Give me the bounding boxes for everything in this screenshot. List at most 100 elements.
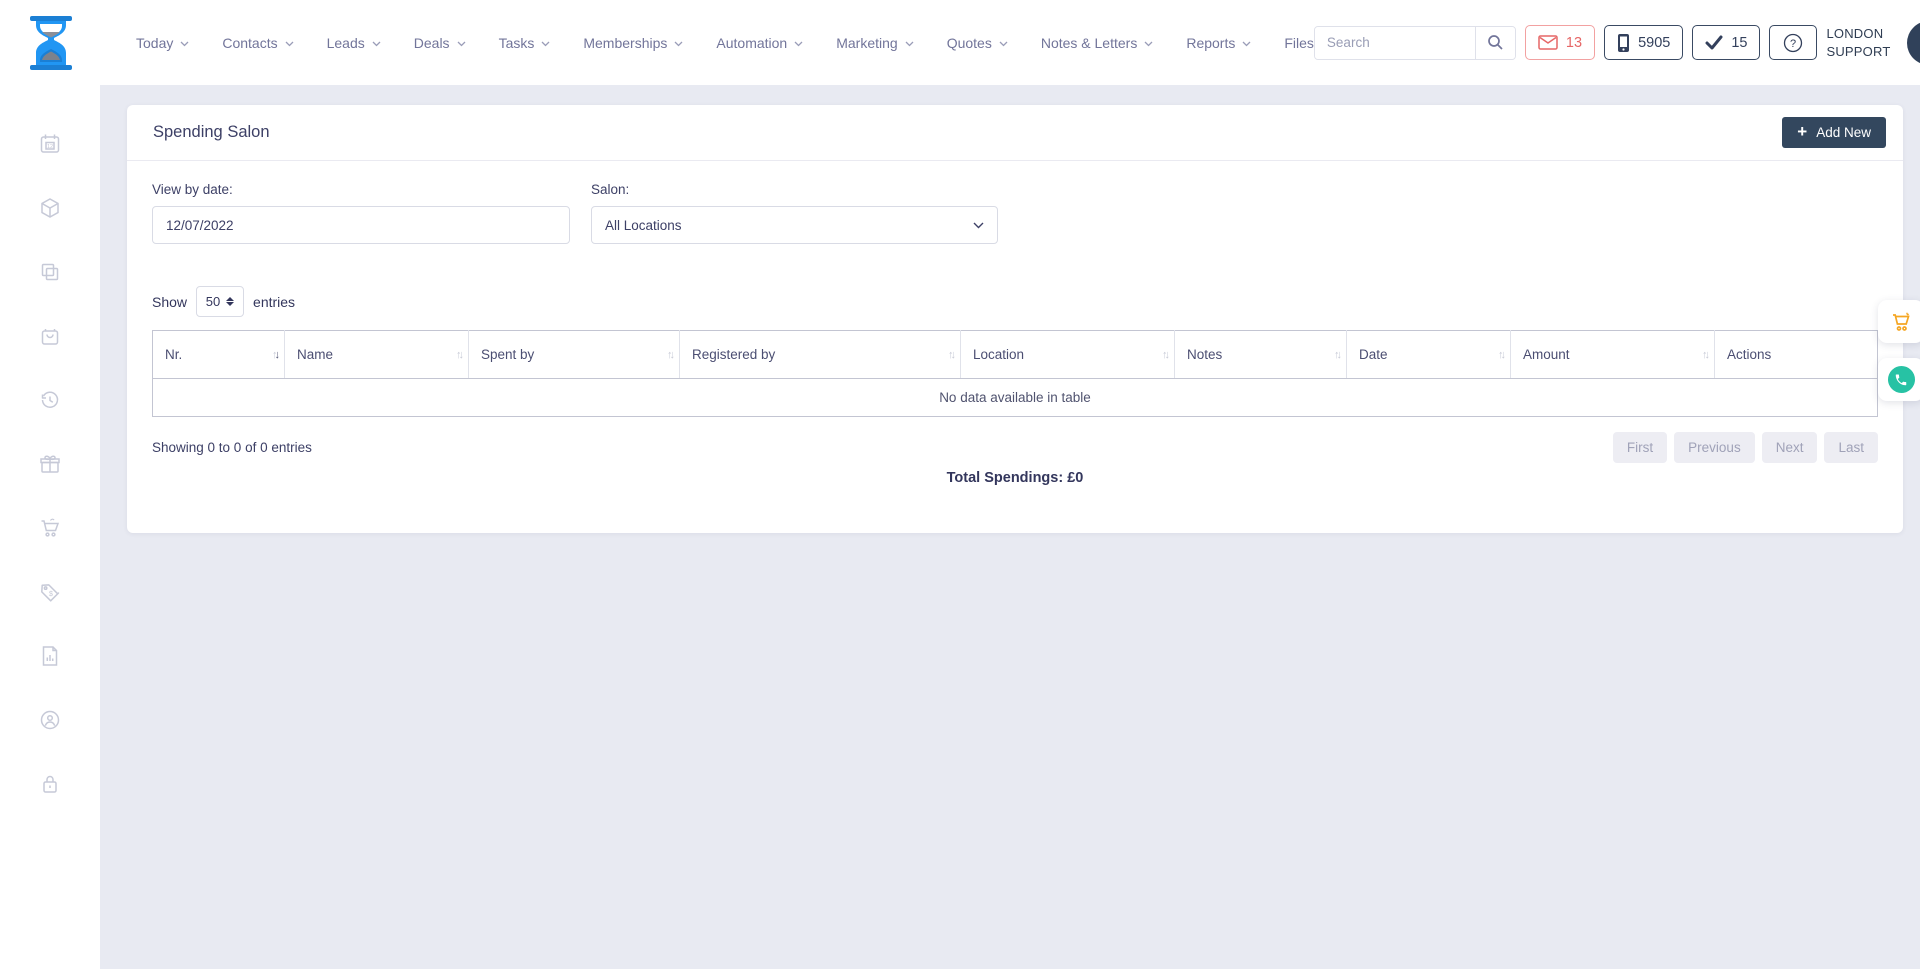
column-header-registered-by[interactable]: Registered by↑↓ <box>680 331 961 379</box>
nav-label: Quotes <box>947 35 992 51</box>
column-label: Nr. <box>165 347 182 362</box>
shopping-bag-icon <box>38 324 62 348</box>
page-title: Spending Salon <box>153 123 270 142</box>
column-header-spent-by[interactable]: Spent by ↑↓ <box>469 331 680 379</box>
sort-icon: ↑↓ <box>667 349 672 361</box>
panel-header: Spending Salon + Add New <box>127 105 1903 161</box>
floating-cart-button[interactable] <box>1878 300 1920 343</box>
check-icon <box>1705 35 1723 50</box>
nav-item-files[interactable]: Files <box>1284 35 1314 51</box>
column-label: Notes <box>1187 347 1222 362</box>
column-header-notes[interactable]: Notes↑↓ <box>1175 331 1347 379</box>
sidebar-item-duplicate[interactable] <box>37 259 63 285</box>
page-length-value: 50 <box>206 294 220 309</box>
chevron-down-icon <box>285 41 294 47</box>
column-header-date[interactable]: Date↑↓ <box>1347 331 1511 379</box>
pagination-last-button[interactable]: Last <box>1824 432 1878 463</box>
history-icon <box>38 388 62 412</box>
chevron-down-icon <box>1144 41 1153 47</box>
date-input[interactable] <box>152 206 570 244</box>
search-icon[interactable] <box>1475 26 1515 60</box>
column-header-nr[interactable]: Nr. ↑↓ <box>153 331 285 379</box>
tasks-badge[interactable]: 15 <box>1692 25 1760 60</box>
nav-item-marketing[interactable]: Marketing <box>836 35 913 51</box>
table-footer: Showing 0 to 0 of 0 entries First Previo… <box>152 432 1878 463</box>
pagination-first-button[interactable]: First <box>1613 432 1667 463</box>
nav-item-today[interactable]: Today <box>136 35 189 51</box>
spending-table: Nr.↑↓ Name↑↓ Spent by↑↓ Registered by↑↓ … <box>152 330 1878 417</box>
column-label: Spent by <box>481 347 534 362</box>
add-new-button[interactable]: + Add New <box>1782 117 1886 148</box>
top-navbar: Today Contacts Leads Deals Tasks Members… <box>0 0 1920 85</box>
sidebar-item-products[interactable] <box>37 195 63 221</box>
nav-label: Today <box>136 35 173 51</box>
user-name: LONDON SUPPORT <box>1826 25 1898 60</box>
calls-badge[interactable]: 5905 <box>1604 25 1683 60</box>
add-new-label: Add New <box>1816 125 1871 140</box>
messages-badge[interactable]: 13 <box>1525 25 1595 60</box>
sidebar-item-history[interactable] <box>37 387 63 413</box>
sidebar-item-security[interactable] <box>37 771 63 797</box>
show-label: Show <box>152 294 187 310</box>
left-sidebar: 12 $ <box>0 85 100 969</box>
chevron-down-icon <box>905 41 914 47</box>
chevron-down-icon <box>180 41 189 47</box>
sidebar-item-cart[interactable] <box>37 515 63 541</box>
panel-body: View by date: Salon: All Locations Show … <box>127 161 1903 486</box>
nav-item-notes-letters[interactable]: Notes & Letters <box>1041 35 1154 51</box>
nav-item-reports[interactable]: Reports <box>1186 35 1251 51</box>
search-input[interactable] <box>1315 27 1475 59</box>
sidebar-item-pricing[interactable]: $ <box>37 579 63 605</box>
sidebar-item-support[interactable] <box>37 707 63 733</box>
gift-icon <box>38 452 62 476</box>
column-label: Date <box>1359 347 1388 362</box>
column-header-amount[interactable]: Amount↑↓ <box>1511 331 1715 379</box>
date-filter-group: View by date: <box>152 182 570 244</box>
show-entries-row: Show 50 entries <box>152 286 1878 317</box>
chevron-down-icon <box>999 41 1008 47</box>
sidebar-item-gift[interactable] <box>37 451 63 477</box>
sort-icon: ↑↓ <box>948 349 953 361</box>
svg-text:?: ? <box>1790 38 1796 50</box>
total-spendings: Total Spendings: £0 <box>152 470 1878 486</box>
nav-label: Deals <box>414 35 450 51</box>
nav-label: Reports <box>1186 35 1235 51</box>
column-label: Location <box>973 347 1024 362</box>
sort-icon: ↑↓ <box>272 349 277 361</box>
empty-message: No data available in table <box>153 379 1878 417</box>
sidebar-item-shopping-bag[interactable] <box>37 323 63 349</box>
nav-item-contacts[interactable]: Contacts <box>222 35 293 51</box>
column-header-name[interactable]: Name↑↓ <box>285 331 469 379</box>
salon-select[interactable]: All Locations <box>591 206 998 244</box>
sidebar-item-reports[interactable] <box>37 643 63 669</box>
salon-select-value: All Locations <box>605 218 682 233</box>
user-avatar[interactable] <box>1907 21 1920 65</box>
calls-count: 5905 <box>1638 35 1670 51</box>
column-header-location[interactable]: Location↑↓ <box>961 331 1175 379</box>
topbar-right: 13 5905 15 ? LONDON SUPPORT <box>1314 21 1920 65</box>
envelope-icon <box>1538 35 1558 50</box>
report-chart-icon <box>38 644 62 668</box>
pagination-previous-button[interactable]: Previous <box>1674 432 1755 463</box>
messages-count: 13 <box>1566 35 1582 51</box>
sidebar-item-calendar[interactable]: 12 <box>37 131 63 157</box>
floating-phone-button[interactable] <box>1878 358 1920 401</box>
help-button[interactable]: ? <box>1769 25 1817 60</box>
copy-icon <box>38 260 62 284</box>
spending-salon-panel: Spending Salon + Add New View by date: S… <box>127 105 1903 533</box>
chevron-down-icon <box>674 41 683 47</box>
nav-label: Automation <box>716 35 787 51</box>
nav-item-deals[interactable]: Deals <box>414 35 466 51</box>
pagination-next-button[interactable]: Next <box>1762 432 1818 463</box>
nav-item-quotes[interactable]: Quotes <box>947 35 1008 51</box>
nav-item-leads[interactable]: Leads <box>327 35 381 51</box>
page-length-select[interactable]: 50 <box>196 286 244 317</box>
chevron-down-icon <box>372 41 381 47</box>
nav-item-automation[interactable]: Automation <box>716 35 803 51</box>
nav-label: Files <box>1284 35 1314 51</box>
app-logo-icon[interactable] <box>28 14 74 72</box>
column-label: Amount <box>1523 347 1570 362</box>
svg-text:12: 12 <box>47 144 53 150</box>
nav-item-tasks[interactable]: Tasks <box>499 35 551 51</box>
nav-item-memberships[interactable]: Memberships <box>583 35 683 51</box>
